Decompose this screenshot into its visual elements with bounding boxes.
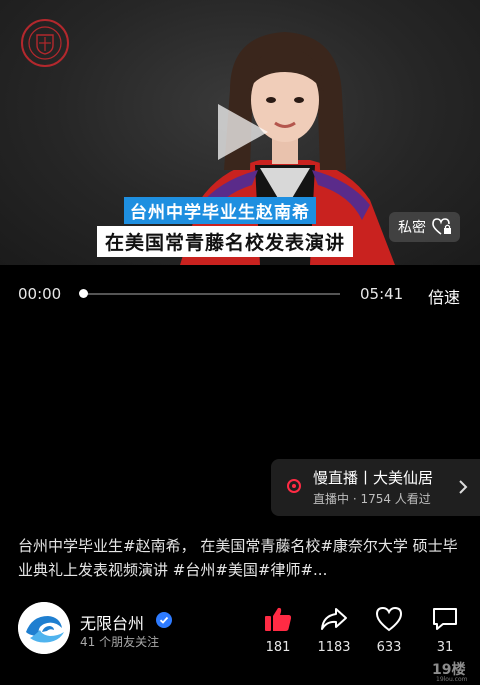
- current-time: 00:00: [18, 285, 62, 303]
- like-button[interactable]: 181: [254, 606, 302, 655]
- avatar[interactable]: [18, 602, 70, 654]
- live-stream-card[interactable]: 慢直播丨大美仙居 直播中 · 1754 人看过: [271, 459, 480, 516]
- like-count: 181: [265, 640, 291, 655]
- thumbs-up-icon: [265, 607, 292, 631]
- live-subtitle: 直播中 · 1754 人看过: [313, 492, 431, 506]
- favorite-button[interactable]: 633: [365, 606, 413, 655]
- video-caption-line2: 在美国常青藤名校发表演讲: [97, 226, 354, 257]
- heart-lock-icon: [432, 218, 451, 235]
- live-indicator-icon: [287, 479, 301, 493]
- chevron-right-icon: [459, 480, 468, 494]
- site-watermark-logo: 19楼 19lou.com: [432, 661, 468, 682]
- share-count: 1183: [317, 640, 351, 655]
- friends-following: 41 个朋友关注: [80, 635, 160, 649]
- post-description[interactable]: 台州中学毕业生#赵南希， 在美国常青藤名校#康奈尔大学 硕士毕业典礼上发表视频演…: [18, 534, 464, 582]
- author-name[interactable]: 无限台州: [80, 610, 144, 634]
- video-caption-line1: 台州中学毕业生赵南希: [124, 197, 316, 224]
- speed-button[interactable]: 倍速: [428, 284, 460, 308]
- wave-logo-icon: [18, 602, 70, 654]
- favorite-count: 633: [376, 640, 402, 655]
- comment-count: 31: [436, 640, 454, 655]
- svg-text:19lou.com: 19lou.com: [436, 676, 468, 682]
- progress-knob[interactable]: [79, 289, 88, 298]
- comment-button[interactable]: 31: [421, 606, 469, 655]
- share-icon: [321, 608, 347, 630]
- play-icon[interactable]: [212, 100, 272, 164]
- video-player[interactable]: 台州中学毕业生赵南希 在美国常青藤名校发表演讲 私密: [0, 0, 480, 265]
- private-label: 私密: [398, 220, 426, 236]
- verified-badge-icon: [156, 612, 172, 628]
- share-button[interactable]: 1183: [310, 606, 358, 655]
- university-seal-icon: [21, 19, 69, 67]
- private-badge[interactable]: 私密: [389, 212, 460, 242]
- playback-controls: 00:00 05:41 倍速: [0, 275, 480, 311]
- progress-track[interactable]: [84, 293, 340, 295]
- live-title: 慢直播丨大美仙居: [313, 469, 434, 487]
- total-time: 05:41: [360, 285, 404, 303]
- heart-icon: [375, 606, 403, 632]
- comment-icon: [433, 608, 457, 630]
